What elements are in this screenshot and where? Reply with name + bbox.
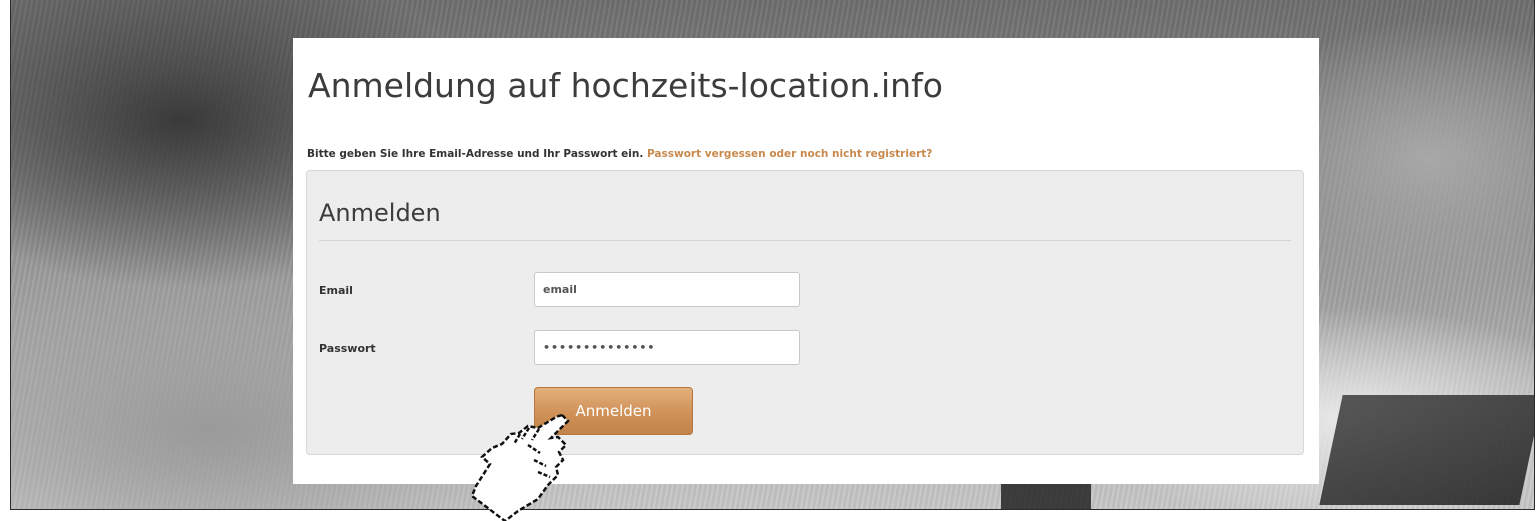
pointing-hand-icon <box>470 413 570 521</box>
forgot-password-link[interactable]: Passwort vergessen oder noch nicht regis… <box>647 148 932 160</box>
password-field[interactable] <box>534 330 800 365</box>
legend-divider <box>319 240 1291 241</box>
page-title: Anmeldung auf hochzeits-location.info <box>308 66 943 105</box>
email-label: Email <box>319 284 353 297</box>
password-label: Passwort <box>319 342 376 355</box>
page-root: Anmeldung auf hochzeits-location.info Bi… <box>0 0 1537 521</box>
form-legend: Anmelden <box>319 199 441 227</box>
email-field[interactable] <box>534 272 800 307</box>
intro-text: Bitte geben Sie Ihre Email-Adresse und I… <box>307 148 932 160</box>
intro-instruction: Bitte geben Sie Ihre Email-Adresse und I… <box>307 148 644 160</box>
login-card: Anmeldung auf hochzeits-location.info Bi… <box>293 38 1319 484</box>
background-photo-detail <box>1319 395 1534 505</box>
login-form-panel: Anmelden Email Passwort Anmelden <box>306 170 1304 455</box>
